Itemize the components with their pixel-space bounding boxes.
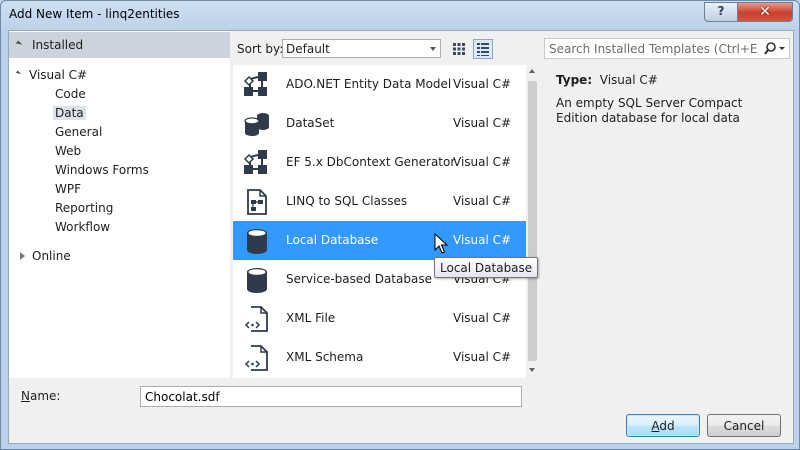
- database-icon: [247, 268, 267, 293]
- template-language: Visual C#: [453, 233, 512, 247]
- xml-schema-icon: [244, 345, 268, 371]
- help-icon: ?: [717, 4, 725, 18]
- name-label: Name:: [21, 389, 60, 403]
- list-item-selected[interactable]: Local Database Visual C#: [233, 221, 526, 260]
- tree-node-reporting[interactable]: Reporting: [55, 201, 113, 215]
- template-name: LINQ to SQL Classes: [286, 194, 408, 208]
- template-name: XML File: [286, 311, 336, 325]
- window-title: Add New Item - linq2entities: [9, 7, 180, 21]
- database-icon: [247, 229, 267, 254]
- dialog-client-area: Installed Visual C# Code Data General We…: [8, 30, 794, 444]
- tree-node-online[interactable]: Online: [32, 249, 71, 263]
- name-label-text: ame:: [29, 389, 61, 403]
- chevron-down-icon: [430, 47, 436, 51]
- expand-visual-csharp-icon[interactable]: [15, 70, 22, 77]
- list-item[interactable]: DataSet Visual C#: [233, 104, 526, 143]
- search-templates-box[interactable]: [544, 38, 790, 59]
- template-name: Local Database: [286, 233, 379, 247]
- template-name: EF 5.x DbContext Generator: [286, 155, 456, 169]
- entity-model-icon: [243, 150, 267, 174]
- template-language: Visual C#: [453, 311, 512, 325]
- add-button[interactable]: Add: [626, 414, 700, 437]
- template-language: Visual C#: [453, 350, 512, 364]
- add-button-label: dd: [659, 419, 675, 433]
- template-details-panel: Type: Visual C# An empty SQL Server Comp…: [544, 65, 790, 378]
- tree-node-visual-csharp[interactable]: Visual C#: [29, 68, 87, 82]
- template-language: Visual C#: [453, 77, 512, 91]
- tree-node-general[interactable]: General: [55, 125, 102, 139]
- close-icon: ✕: [759, 4, 771, 20]
- template-type-line: Type: Visual C#: [556, 73, 658, 87]
- list-item[interactable]: XML Schema Visual C#: [233, 338, 526, 377]
- name-field[interactable]: [140, 386, 522, 407]
- template-list: ADO.NET Entity Data Model Visual C# Data…: [233, 65, 526, 378]
- installed-header[interactable]: Installed: [9, 32, 230, 58]
- template-name: ADO.NET Entity Data Model: [286, 77, 452, 91]
- scrollbar-thumb[interactable]: [528, 81, 537, 361]
- tree-node-windows-forms[interactable]: Windows Forms: [55, 163, 149, 177]
- type-value: Visual C#: [599, 73, 658, 87]
- tree-node-web[interactable]: Web: [55, 144, 81, 158]
- collapse-arrow-icon: [15, 40, 23, 48]
- grid-view-button[interactable]: [449, 39, 469, 59]
- scroll-up-icon[interactable]: [529, 69, 535, 73]
- sort-by-dropdown[interactable]: Default: [282, 39, 441, 58]
- template-tooltip: Local Database: [434, 257, 539, 278]
- template-description: An empty SQL Server Compact Edition data…: [556, 96, 743, 125]
- sort-by-label: Sort by:: [237, 42, 284, 56]
- tree-node-code[interactable]: Code: [55, 87, 86, 101]
- template-name: Service-based Database: [286, 272, 432, 286]
- xml-file-icon: [244, 306, 268, 332]
- list-item[interactable]: EF 5.x DbContext Generator Visual C#: [233, 143, 526, 182]
- template-list-scrollbar[interactable]: [526, 65, 539, 378]
- template-name: DataSet: [286, 116, 335, 130]
- scroll-down-icon[interactable]: [529, 368, 535, 372]
- template-language: Visual C#: [453, 155, 512, 169]
- title-bar[interactable]: Add New Item - linq2entities ? ✕: [1, 1, 799, 31]
- dataset-icon: [244, 113, 269, 136]
- list-view-button[interactable]: [473, 39, 493, 59]
- list-item[interactable]: XML File Visual C#: [233, 299, 526, 338]
- tree-node-wpf[interactable]: WPF: [55, 182, 81, 196]
- grid-view-icon: [453, 43, 465, 55]
- search-input[interactable]: [549, 41, 759, 56]
- cancel-button[interactable]: Cancel: [707, 414, 781, 437]
- installed-header-label: Installed: [32, 38, 84, 52]
- mouse-pointer-icon: [434, 233, 448, 254]
- type-label: Type:: [556, 73, 593, 87]
- list-view-icon: [477, 43, 489, 56]
- template-language: Visual C#: [453, 194, 512, 208]
- search-icon[interactable]: [763, 41, 787, 57]
- help-button[interactable]: ?: [704, 2, 738, 22]
- template-language: Visual C#: [453, 116, 512, 130]
- add-new-item-dialog: Add New Item - linq2entities ? ✕ Install…: [0, 0, 800, 450]
- tree-node-data[interactable]: Data: [53, 106, 86, 120]
- tree-node-workflow[interactable]: Workflow: [55, 220, 110, 234]
- close-button[interactable]: ✕: [737, 2, 793, 22]
- entity-model-icon: [243, 72, 267, 96]
- list-item[interactable]: ADO.NET Entity Data Model Visual C#: [233, 65, 526, 104]
- template-category-tree: Installed Visual C# Code Data General We…: [9, 31, 230, 378]
- name-label-accelerator: N: [21, 389, 30, 403]
- linq-to-sql-icon: [247, 189, 267, 215]
- expand-online-icon[interactable]: [20, 252, 25, 260]
- template-name: XML Schema: [286, 350, 364, 364]
- list-item[interactable]: LINQ to SQL Classes Visual C#: [233, 182, 526, 221]
- sort-by-value: Default: [286, 42, 330, 56]
